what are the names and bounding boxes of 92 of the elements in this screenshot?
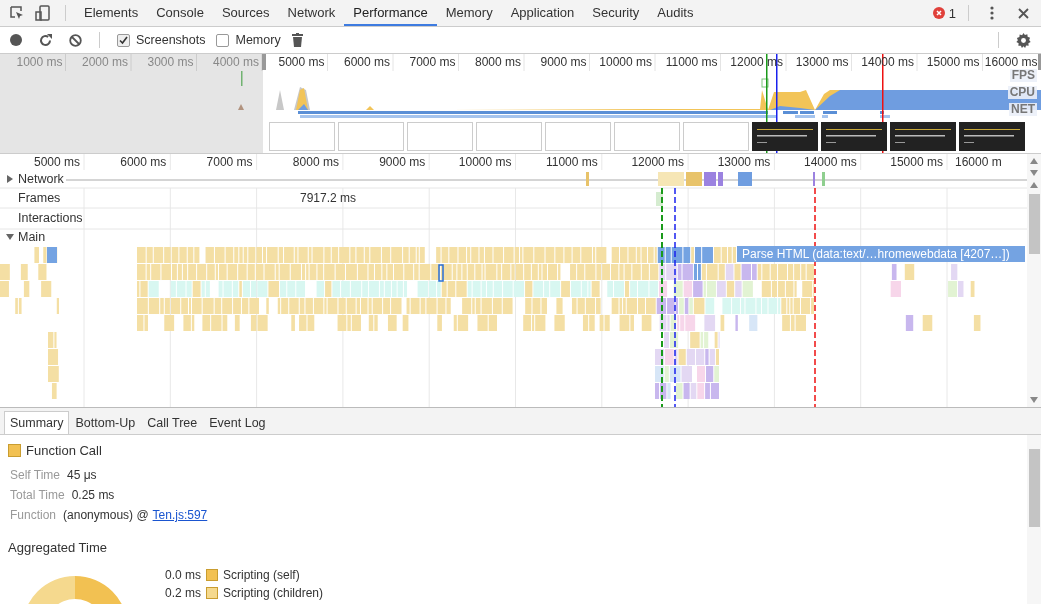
time-tick-label: 6000 ms (119, 154, 168, 170)
time-tick-label: 3000 ms (146, 54, 195, 71)
scrollbar-thumb[interactable] (1028, 194, 1040, 254)
panel-tab[interactable]: Network (278, 0, 345, 26)
trash-icon[interactable] (291, 33, 303, 47)
expand-arrow-icon[interactable] (6, 233, 14, 241)
panel-tab[interactable]: Console (147, 0, 213, 26)
category-swatch (8, 444, 21, 457)
error-count[interactable]: 1 (948, 5, 956, 21)
time-tick-label: 12000 ms (630, 154, 686, 170)
time-tick-label: 13000 ms (716, 154, 772, 170)
track-label[interactable]: Main (18, 230, 46, 244)
track-label: FPS (1009, 69, 1037, 82)
scroll-down-icon[interactable] (1030, 397, 1038, 403)
section-title: Aggregated Time (7, 539, 108, 555)
field-label: Function (10, 508, 57, 522)
close-icon[interactable] (1018, 7, 1029, 19)
scroll-up-icon[interactable] (1030, 182, 1038, 188)
time-tick-label: 5000 ms (277, 54, 326, 71)
time-tick-label: 6000 ms (342, 54, 391, 71)
checkbox-label: Screenshots (136, 33, 206, 47)
time-tick-label: 9000 ms (539, 54, 588, 71)
time-tick-label: 1000 ms (15, 54, 64, 71)
track-label: NET (1009, 103, 1037, 116)
time-tick-label: 9000 ms (378, 154, 427, 170)
scroll-up-icon[interactable] (1030, 158, 1038, 164)
time-tick-label: 4000 ms (211, 54, 260, 71)
track-label[interactable]: Interactions (18, 211, 83, 225)
frame-bar (656, 192, 663, 206)
panel-tab[interactable]: Security (583, 0, 649, 26)
time-tick-label: 10000 ms (457, 154, 513, 170)
time-tick-label: 8000 ms (473, 54, 522, 71)
legend-label: Scripting (self) (223, 568, 300, 582)
selected-event[interactable] (438, 264, 444, 282)
reload-icon[interactable] (39, 33, 52, 47)
track-label[interactable]: Network (18, 172, 64, 186)
track-label[interactable]: Frames (18, 191, 61, 205)
time-tick-label: 2000 ms (80, 54, 129, 71)
time-tick-label: 5000 ms (32, 154, 81, 170)
checkbox-label: Memory (235, 33, 281, 47)
time-tick-label: 7000 ms (205, 154, 254, 170)
event-title: Function Call (26, 443, 102, 458)
frame-duration: 7917.2 ms (300, 191, 357, 205)
screenshot-thumbnail[interactable] (890, 122, 956, 151)
track-label: CPU (1007, 86, 1037, 99)
checkbox[interactable] (216, 33, 230, 47)
checkbox[interactable] (117, 33, 130, 47)
field-value: (anonymous) @ (63, 508, 149, 522)
panel-tab[interactable]: Memory (436, 0, 502, 26)
scroll-down-icon[interactable] (1030, 170, 1038, 176)
panel-tab[interactable]: Performance (344, 0, 437, 26)
time-tick-label: 13000 ms (794, 54, 850, 71)
time-tick-label: 15000 ms (925, 54, 981, 71)
error-icon[interactable] (932, 7, 945, 19)
settings-icon[interactable] (1016, 32, 1031, 48)
field-label: Self Time (10, 468, 60, 482)
source-link[interactable]: Ten.js:597 (152, 508, 208, 522)
scrollbar-thumb[interactable] (1028, 449, 1040, 527)
legend-value: 0.2 ms (165, 586, 201, 600)
selection-handle[interactable] (1038, 54, 1041, 70)
inspect-icon[interactable] (9, 5, 25, 21)
time-tick-label: 11000 ms (664, 54, 719, 71)
time-tick-label: 7000 ms (408, 54, 457, 71)
time-tick-label: 14000 ms (802, 154, 858, 170)
field-value: 45 μs (67, 468, 97, 482)
panel-tab[interactable]: Application (501, 0, 584, 26)
record-icon[interactable] (10, 34, 22, 46)
panel-tab[interactable]: Sources (212, 0, 279, 26)
legend-value: 0.0 ms (165, 568, 201, 582)
time-tick-label: 10000 ms (598, 54, 653, 71)
details-tab[interactable]: Summary (4, 411, 70, 434)
selection-handle[interactable] (262, 54, 266, 70)
panel-tab[interactable]: Elements (75, 0, 148, 26)
field-label: Total Time (10, 488, 65, 502)
screenshot-thumbnail[interactable] (752, 122, 818, 151)
field-value: 0.25 ms (71, 488, 115, 502)
legend-label: Scripting (children) (223, 586, 324, 600)
expand-arrow-icon[interactable] (6, 175, 14, 183)
time-tick-label: 11000 ms (544, 154, 599, 170)
details-tab[interactable]: Bottom-Up (69, 411, 142, 434)
time-tick-label: 8000 ms (291, 154, 340, 170)
device-icon[interactable] (35, 5, 51, 21)
time-tick-label: 16000 ms (983, 54, 1038, 70)
clear-icon[interactable] (69, 33, 82, 47)
details-tab[interactable]: Event Log (203, 411, 272, 434)
screenshot-thumbnail[interactable] (959, 122, 1025, 151)
time-tick-label: 16000 m (953, 154, 1003, 170)
screenshot-thumbnail[interactable] (821, 122, 887, 151)
details-tab[interactable]: Call Tree (141, 411, 204, 434)
time-tick-label: 15000 ms (889, 154, 944, 170)
panel-tab[interactable]: Audits (648, 0, 703, 26)
more-icon[interactable] (990, 6, 994, 20)
